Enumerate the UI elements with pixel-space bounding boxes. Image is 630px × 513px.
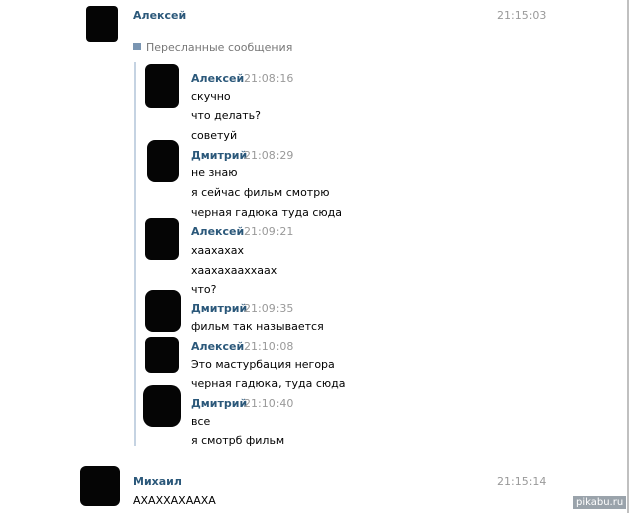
message-text: я сейчас фильм смотрю: [191, 186, 330, 199]
avatar[interactable]: [86, 6, 118, 42]
avatar[interactable]: [145, 290, 181, 332]
message-sender[interactable]: Алексей: [191, 340, 244, 353]
message-text: Это мастурбация негора: [191, 358, 335, 371]
message-text: скучно: [191, 90, 231, 103]
avatar[interactable]: [147, 140, 179, 182]
message-text: не знаю: [191, 166, 238, 179]
message-time: 21:09:21: [244, 225, 294, 238]
watermark: pikabu.ru: [573, 496, 627, 509]
window-edge: [627, 0, 629, 513]
message-sender[interactable]: Михаил: [133, 475, 182, 488]
message-sender[interactable]: Алексей: [191, 225, 244, 238]
message-text: что делать?: [191, 109, 262, 122]
message-time[interactable]: 21:15:14: [497, 475, 546, 488]
avatar[interactable]: [80, 466, 120, 506]
message-time: 21:10:40: [244, 397, 294, 410]
message-time: 21:09:35: [244, 302, 294, 315]
message-time[interactable]: 21:15:03: [497, 9, 546, 22]
forwarded-label: Пересланные сообщения: [146, 41, 293, 54]
avatar[interactable]: [143, 385, 181, 427]
message-time: 21:08:29: [244, 149, 294, 162]
avatar[interactable]: [145, 218, 179, 260]
message-text: черная гадюка, туда сюда: [191, 377, 346, 390]
message-sender[interactable]: Алексей: [133, 9, 186, 22]
message-text: хаахахааххаах: [191, 264, 278, 277]
message-text: я смотрб фильм: [191, 434, 285, 447]
message-sender[interactable]: Алексей: [191, 72, 244, 85]
forwarded-bar: [134, 62, 136, 446]
avatar[interactable]: [145, 337, 179, 373]
message-time: 21:10:08: [244, 340, 294, 353]
avatar[interactable]: [145, 64, 179, 108]
message-text: советуй: [191, 129, 238, 142]
message-text: все: [191, 415, 211, 428]
message-text: фильм так называется: [191, 320, 324, 333]
message-time: 21:08:16: [244, 72, 294, 85]
message-sender[interactable]: Дмитрий: [191, 397, 247, 410]
message-text: АХАХХАХААХА: [133, 494, 216, 507]
message-sender[interactable]: Дмитрий: [191, 302, 247, 315]
message-text: черная гадюка туда сюда: [191, 206, 342, 219]
message-text: хаахахах: [191, 244, 245, 257]
message-sender[interactable]: Дмитрий: [191, 149, 247, 162]
speech-bubble-icon: [133, 43, 141, 50]
message-text: что?: [191, 283, 217, 296]
